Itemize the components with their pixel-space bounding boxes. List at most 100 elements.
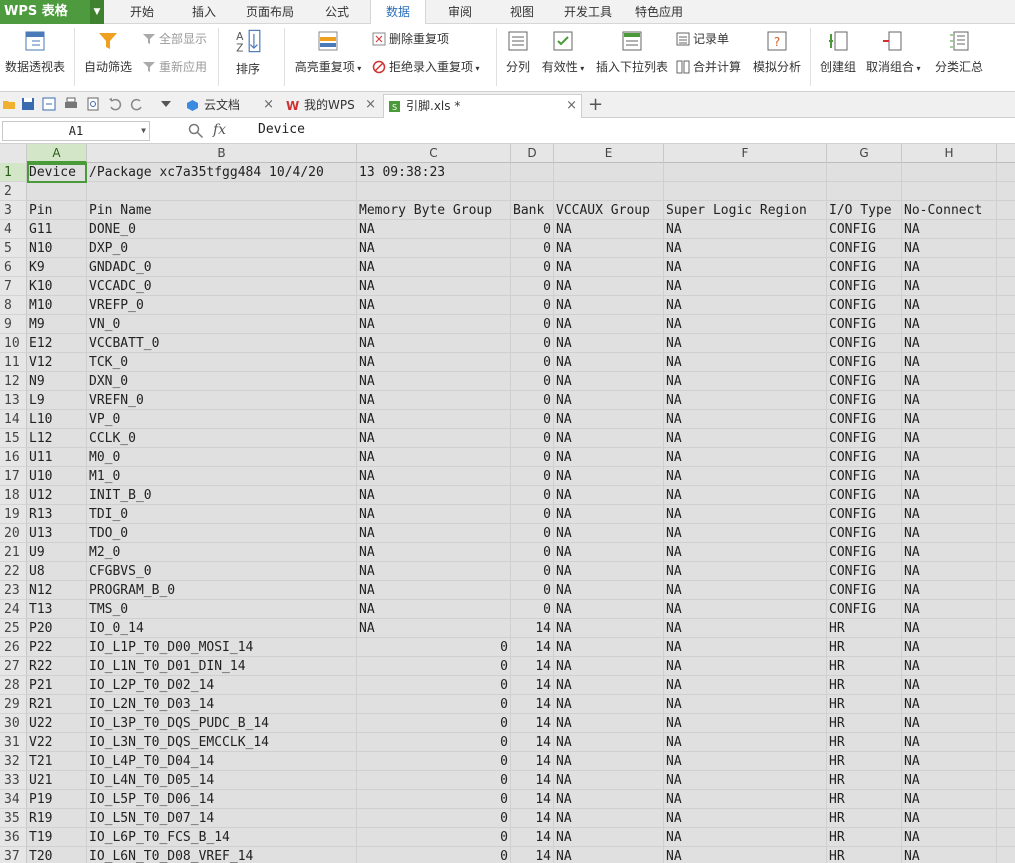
cell-c[interactable]: 0	[357, 714, 511, 733]
row-header[interactable]: 24	[0, 600, 27, 619]
row-header[interactable]: 21	[0, 543, 27, 562]
cell-e[interactable]: NA	[554, 391, 664, 410]
print-icon[interactable]	[64, 97, 78, 111]
cell-b[interactable]: IO_L1N_T0_D01_DIN_14	[87, 657, 357, 676]
cell-a[interactable]: E12	[27, 334, 87, 353]
cell-g[interactable]: HR	[827, 676, 902, 695]
cell-f[interactable]: NA	[664, 562, 827, 581]
cell-c[interactable]: NA	[357, 239, 511, 258]
formula-input[interactable]: Device	[258, 122, 305, 137]
cell-g[interactable]: CONFIG	[827, 391, 902, 410]
cell-d[interactable]: 0	[511, 486, 554, 505]
chevron-down-icon[interactable]: ▼	[90, 0, 104, 24]
cell-g[interactable]: CONFIG	[827, 581, 902, 600]
cell-g[interactable]: CONFIG	[827, 600, 902, 619]
row-header[interactable]: 17	[0, 467, 27, 486]
cell-f[interactable]: NA	[664, 581, 827, 600]
remove-duplicates-button[interactable]: 删除重复项	[372, 30, 449, 48]
row-header[interactable]: 3	[0, 201, 27, 220]
cell-f[interactable]: NA	[664, 258, 827, 277]
tab-formula[interactable]: 公式	[310, 0, 364, 24]
cell-a[interactable]: Pin	[27, 201, 87, 220]
cell-g[interactable]: CONFIG	[827, 562, 902, 581]
cell-a[interactable]: T13	[27, 600, 87, 619]
cell-b[interactable]: TCK_0	[87, 353, 357, 372]
column-header-d[interactable]: D	[511, 144, 554, 163]
cell-c[interactable]: NA	[357, 543, 511, 562]
cell-i[interactable]	[997, 638, 1015, 657]
cell-c[interactable]: 0	[357, 809, 511, 828]
cell-g[interactable]: HR	[827, 695, 902, 714]
cell-b[interactable]: VCCBATT_0	[87, 334, 357, 353]
cell-c[interactable]: NA	[357, 315, 511, 334]
cell-f[interactable]: NA	[664, 619, 827, 638]
new-tab-icon[interactable]: +	[588, 94, 603, 115]
row-header[interactable]: 20	[0, 524, 27, 543]
cell-f[interactable]: NA	[664, 543, 827, 562]
cell-f[interactable]: NA	[664, 828, 827, 847]
reject-duplicates-button[interactable]: 拒绝录入重复项 ▾	[372, 58, 480, 76]
cell-c[interactable]: 0	[357, 638, 511, 657]
cell-g[interactable]: CONFIG	[827, 334, 902, 353]
cell-i[interactable]	[997, 315, 1015, 334]
cell-c[interactable]: 0	[357, 847, 511, 863]
cell-f[interactable]: NA	[664, 714, 827, 733]
cell-e[interactable]: NA	[554, 562, 664, 581]
cell-e[interactable]: NA	[554, 638, 664, 657]
show-all-button[interactable]: 全部显示	[142, 30, 207, 48]
cell-b[interactable]: IO_L1P_T0_D00_MOSI_14	[87, 638, 357, 657]
cell-i[interactable]	[997, 733, 1015, 752]
cell-f[interactable]: NA	[664, 657, 827, 676]
cell-d[interactable]: 0	[511, 543, 554, 562]
cell-a[interactable]: L10	[27, 410, 87, 429]
name-box[interactable]: A1 ▼	[2, 121, 150, 141]
cell-f[interactable]: NA	[664, 277, 827, 296]
cell-c[interactable]: 0	[357, 657, 511, 676]
cell-f[interactable]: NA	[664, 448, 827, 467]
cell-e[interactable]: NA	[554, 315, 664, 334]
cell-c[interactable]: NA	[357, 448, 511, 467]
cell-f[interactable]	[664, 182, 827, 201]
cell-a[interactable]: L9	[27, 391, 87, 410]
cell-d[interactable]: 14	[511, 733, 554, 752]
cell-g[interactable]: HR	[827, 847, 902, 863]
cell-d[interactable]: 14	[511, 809, 554, 828]
cell-h[interactable]: NA	[902, 600, 997, 619]
cell-e[interactable]: NA	[554, 277, 664, 296]
cell-h[interactable]: NA	[902, 581, 997, 600]
zoom-search-icon[interactable]	[188, 123, 204, 139]
row-header[interactable]: 12	[0, 372, 27, 391]
cell-c[interactable]	[357, 182, 511, 201]
cell-i[interactable]	[997, 657, 1015, 676]
cell-c[interactable]: NA	[357, 429, 511, 448]
cell-d[interactable]: 0	[511, 334, 554, 353]
cell-i[interactable]	[997, 353, 1015, 372]
cell-d[interactable]: 0	[511, 220, 554, 239]
cell-c[interactable]: 13 09:38:23	[357, 163, 511, 182]
fx-icon[interactable]: fx	[213, 122, 226, 138]
cell-e[interactable]: NA	[554, 467, 664, 486]
tab-special[interactable]: 特色应用	[626, 0, 692, 24]
cell-c[interactable]: NA	[357, 505, 511, 524]
cell-e[interactable]: NA	[554, 600, 664, 619]
cell-e[interactable]: NA	[554, 581, 664, 600]
cell-f[interactable]: NA	[664, 524, 827, 543]
cell-h[interactable]: NA	[902, 828, 997, 847]
cell-g[interactable]: CONFIG	[827, 353, 902, 372]
cell-a[interactable]: M9	[27, 315, 87, 334]
row-header[interactable]: 15	[0, 429, 27, 448]
cell-d[interactable]: 0	[511, 296, 554, 315]
cell-b[interactable]: PROGRAM_B_0	[87, 581, 357, 600]
cell-d[interactable]: 14	[511, 638, 554, 657]
cell-a[interactable]: U11	[27, 448, 87, 467]
cell-b[interactable]: M2_0	[87, 543, 357, 562]
cell-b[interactable]: DXP_0	[87, 239, 357, 258]
cell-f[interactable]: NA	[664, 505, 827, 524]
cell-c[interactable]: NA	[357, 486, 511, 505]
reapply-button[interactable]: 重新应用	[142, 58, 207, 76]
cell-e[interactable]: NA	[554, 676, 664, 695]
cell-h[interactable]: NA	[902, 676, 997, 695]
row-header[interactable]: 30	[0, 714, 27, 733]
cell-i[interactable]	[997, 619, 1015, 638]
consolidate-button[interactable]: 合并计算	[676, 58, 741, 76]
